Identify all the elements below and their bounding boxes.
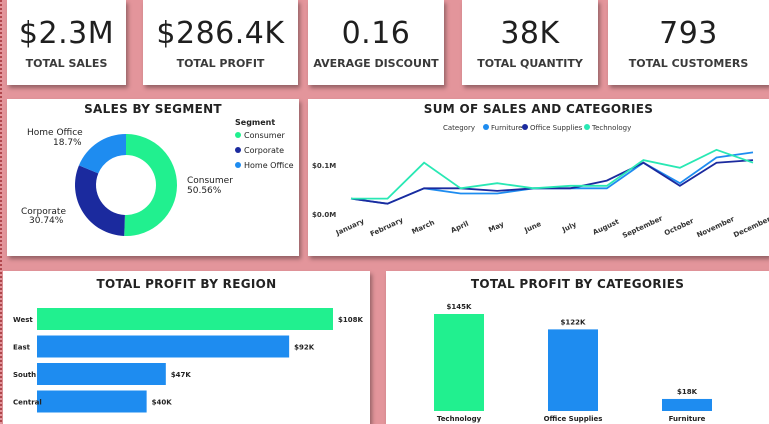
legend-item-consumer[interactable]: Consumer bbox=[244, 131, 286, 140]
slice-pct-corporate: 30.74% bbox=[29, 216, 64, 226]
kpi-label: TOTAL QUANTITY bbox=[477, 57, 583, 70]
bar-south[interactable] bbox=[37, 363, 166, 385]
x-tick-label: January bbox=[334, 217, 366, 238]
bar-category-label: Office Supplies bbox=[544, 415, 603, 423]
bar-value-label: $47K bbox=[171, 371, 192, 379]
bar-value-label: $145K bbox=[447, 303, 472, 311]
legend-marker-consumer bbox=[235, 132, 241, 138]
segment-donut-chart: Home Office 18.7% Corporate 30.74% Consu… bbox=[21, 118, 294, 236]
bar-category-label: Central bbox=[13, 399, 42, 407]
x-tick-label: December bbox=[732, 215, 769, 239]
x-tick-label: August bbox=[592, 217, 621, 236]
x-tick-label: May bbox=[487, 220, 505, 234]
x-tick-label: March bbox=[411, 218, 436, 236]
bar-east[interactable] bbox=[37, 335, 290, 358]
kpi-card-total-customers: 793 TOTAL CUSTOMERS bbox=[608, 0, 769, 85]
region-bar-chart: West $108K East $92K South $47K Central $40K bbox=[13, 308, 363, 413]
legend-marker-corporate bbox=[235, 147, 241, 153]
x-tick-label: June bbox=[522, 220, 542, 235]
kpi-card-total-quantity: 38K TOTAL QUANTITY bbox=[462, 0, 598, 85]
legend-item-home-office[interactable]: Home Office bbox=[244, 161, 294, 170]
x-tick-label: February bbox=[369, 216, 405, 238]
y-tick-label: $0.0M bbox=[312, 211, 336, 219]
kpi-label: AVERAGE DISCOUNT bbox=[313, 57, 439, 70]
legend-item-office-supplies[interactable]: Office Supplies bbox=[530, 124, 583, 132]
kpi-card-total-profit: $286.4K TOTAL PROFIT bbox=[143, 0, 298, 85]
kpi-value: 793 bbox=[659, 16, 718, 51]
y-tick-label: $0.1M bbox=[312, 162, 336, 170]
sales-by-segment-panel: SALES BY SEGMENT Home Office 18.7% Corpo… bbox=[7, 99, 299, 256]
sales-by-category-line-panel: SUM OF SALES AND CATEGORIES Category Fur… bbox=[308, 99, 769, 256]
bar-value-label: $40K bbox=[152, 399, 173, 407]
page-edge bbox=[0, 0, 2, 424]
kpi-value: 38K bbox=[500, 16, 560, 51]
donut-slice-consumer[interactable] bbox=[124, 134, 177, 236]
bar-category-label: West bbox=[13, 316, 33, 324]
kpi-value: $2.3M bbox=[18, 16, 115, 51]
kpi-label: TOTAL PROFIT bbox=[176, 57, 265, 70]
x-tick-label: September bbox=[621, 214, 664, 240]
bar-value-label: $122K bbox=[561, 318, 586, 326]
kpi-label: TOTAL SALES bbox=[25, 57, 108, 70]
bar-central[interactable] bbox=[37, 390, 147, 413]
x-tick-label: April bbox=[450, 220, 470, 235]
line-legend-title: Category bbox=[443, 124, 475, 132]
slice-label-home-office: Home Office bbox=[27, 128, 83, 138]
profit-by-region-panel: TOTAL PROFIT BY REGION West $108K East $92K… bbox=[3, 271, 370, 424]
kpi-value: 0.16 bbox=[341, 16, 411, 51]
slice-pct-consumer: 50.56% bbox=[187, 186, 222, 196]
bar-west[interactable] bbox=[37, 308, 333, 330]
bar-value-label: $92K bbox=[294, 344, 315, 352]
legend-item-furniture[interactable]: Furniture bbox=[491, 124, 522, 132]
bar-technology[interactable] bbox=[434, 314, 484, 411]
legend-marker-home-office bbox=[235, 162, 241, 168]
legend-marker-office-supplies bbox=[522, 124, 528, 130]
bar-category-label: East bbox=[13, 344, 31, 352]
bar-value-label: $108K bbox=[338, 316, 363, 324]
legend-marker-furniture bbox=[483, 124, 489, 130]
profit-by-categories-panel: TOTAL PROFIT BY CATEGORIES $145K Technolo… bbox=[386, 271, 769, 424]
legend-item-corporate[interactable]: Corporate bbox=[244, 146, 284, 155]
sales-line-chart: Category Furniture Office Supplies Techn… bbox=[312, 124, 769, 240]
bar-office-supplies[interactable] bbox=[548, 329, 598, 411]
kpi-card-average-discount: 0.16 AVERAGE DISCOUNT bbox=[308, 0, 444, 85]
kpi-label: TOTAL CUSTOMERS bbox=[628, 57, 749, 70]
bar-category-label: Technology bbox=[437, 415, 482, 423]
line-series-office-supplies[interactable] bbox=[350, 159, 754, 205]
x-tick-label: October bbox=[663, 217, 695, 238]
category-bar-chart: $145K Technology $122K Office Supplies $18K F… bbox=[434, 303, 712, 423]
bar-furniture[interactable] bbox=[662, 398, 712, 411]
kpi-card-total-sales: $2.3M TOTAL SALES bbox=[7, 0, 126, 85]
bar-category-label: Furniture bbox=[669, 415, 706, 423]
legend-item-technology[interactable]: Technology bbox=[591, 124, 631, 132]
legend-marker-technology bbox=[584, 124, 590, 130]
bar-category-label: South bbox=[13, 371, 36, 379]
donut-slice-home-office[interactable] bbox=[78, 134, 126, 174]
x-tick-label: July bbox=[560, 220, 578, 234]
slice-pct-home-office: 18.7% bbox=[53, 138, 82, 148]
segment-legend-title: Segment bbox=[235, 118, 275, 127]
bar-value-label: $18K bbox=[677, 388, 698, 396]
donut-slice-corporate[interactable] bbox=[75, 165, 125, 236]
kpi-value: $286.4K bbox=[156, 16, 285, 51]
slice-label-consumer: Consumer bbox=[187, 176, 233, 186]
x-tick-label: November bbox=[696, 215, 737, 240]
